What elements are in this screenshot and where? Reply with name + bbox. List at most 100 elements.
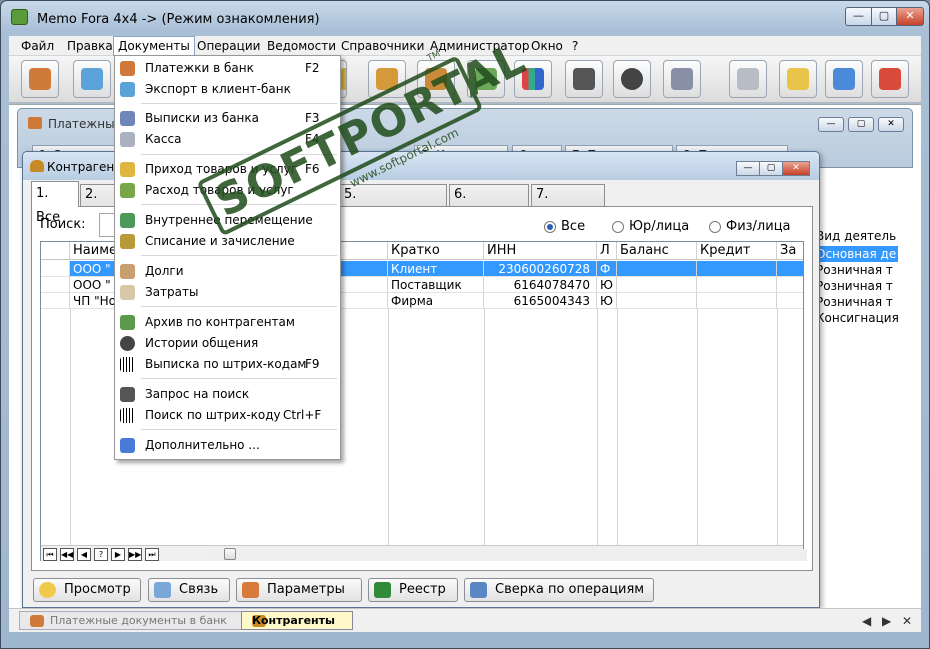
link-button[interactable]: Связь	[148, 578, 230, 602]
toolbar-edit-button[interactable]	[21, 60, 59, 98]
menu-item-costs[interactable]: Затраты	[115, 282, 340, 303]
menu-item-label: Долги	[145, 264, 184, 278]
menu-operations[interactable]: Операции	[193, 38, 264, 54]
edit-document-icon	[28, 117, 42, 129]
window-tab-payments[interactable]: Платежные документы в банк	[19, 611, 244, 630]
prev-record-button[interactable]: ◀	[77, 548, 91, 561]
column-divider	[70, 309, 71, 559]
query-button[interactable]: ?	[94, 548, 108, 561]
contractors-minimize-button[interactable]: —	[736, 161, 760, 176]
menu-item-archive[interactable]: Архив по контрагентам	[115, 312, 340, 333]
menu-item-shortcut: F4	[305, 132, 320, 146]
first-record-button[interactable]: ⏮	[43, 548, 57, 561]
toolbar-open-button[interactable]	[779, 60, 817, 98]
column-header-za[interactable]: За	[777, 242, 803, 260]
tab-enterprises[interactable]: 5. Предприятия	[339, 184, 447, 222]
next-record-button[interactable]: ▶	[111, 548, 125, 561]
contractors-maximize-button[interactable]: ▢	[759, 161, 783, 176]
toolbar-print-button[interactable]	[663, 60, 701, 98]
toolbar-redo-button[interactable]	[729, 60, 767, 98]
menu-item-history[interactable]: Истории общения	[115, 333, 340, 354]
window-tab-label: Контрагенты	[252, 614, 335, 627]
menu-item-search-request[interactable]: Запрос на поиск	[115, 384, 340, 405]
menu-item-statements[interactable]: Выписки из банка F3	[115, 108, 340, 129]
menu-item-barcode-statement[interactable]: Выписка по штрих-кодам F9	[115, 354, 340, 375]
radio-individual[interactable]: Физ/лица	[709, 219, 791, 234]
menu-item-shortcut: F3	[305, 111, 320, 125]
close-window-button[interactable]: ✕	[902, 614, 912, 628]
menu-item-export[interactable]: Экспорт в клиент-банк	[115, 79, 340, 100]
column-header-balance[interactable]: Баланс	[617, 242, 697, 260]
activity-cell[interactable]: Основная де	[816, 246, 898, 262]
activity-cell[interactable]: Консигнация	[816, 310, 898, 326]
column-header-inn[interactable]: ИНН	[484, 242, 597, 260]
toolbar-search-button[interactable]	[565, 60, 603, 98]
cell-balance	[617, 293, 697, 309]
reconcile-button[interactable]: Сверка по операциям	[464, 578, 654, 602]
tab-all[interactable]: 1. Все	[31, 181, 79, 225]
menu-item-payments[interactable]: Платежки в банк F2	[115, 58, 340, 79]
horizontal-scrollbar[interactable]	[209, 549, 807, 561]
last-record-button[interactable]: ⏭	[145, 548, 159, 561]
radio-all[interactable]: Все	[544, 219, 585, 234]
toolbar-bank-button[interactable]	[73, 60, 111, 98]
menu-window[interactable]: Окно	[527, 38, 567, 54]
parameters-button[interactable]: Параметры	[236, 578, 362, 602]
toolbar-pen-button[interactable]	[825, 60, 863, 98]
menu-reports[interactable]: Ведомости	[263, 38, 340, 54]
activity-cell[interactable]: Розничная т	[816, 294, 898, 310]
menu-item-cash[interactable]: Касса F4	[115, 129, 340, 150]
column-header-l[interactable]: Л	[597, 242, 617, 260]
menu-separator	[141, 429, 337, 430]
menu-item-goods-out[interactable]: Расход товаров и услуг	[115, 180, 340, 201]
toolbar-exit-button[interactable]	[871, 60, 909, 98]
toolbar-chart-button[interactable]	[514, 60, 552, 98]
activity-cell[interactable]: Розничная т	[816, 262, 898, 278]
tab-2[interactable]: 2. Кр	[80, 184, 118, 222]
activity-cell[interactable]: Розничная т	[816, 278, 898, 294]
column-header-credit[interactable]: Кредит	[697, 242, 777, 260]
cell-short: Поставщик	[388, 277, 484, 293]
maximize-button[interactable]: ▢	[871, 7, 897, 26]
next-page-button[interactable]: ▶▶	[128, 548, 142, 561]
column-divider	[777, 309, 778, 559]
menu-references[interactable]: Справочники	[337, 38, 428, 54]
row-marker	[41, 277, 70, 293]
window-tab-contractors[interactable]: Контрагенты	[241, 611, 353, 630]
view-button[interactable]: Просмотр	[33, 578, 141, 602]
cell-inn: 230600260728	[484, 261, 597, 277]
payments-maximize-button[interactable]: ▢	[848, 117, 874, 132]
next-window-button[interactable]: ▶	[882, 614, 891, 628]
bar-chart-icon	[522, 68, 544, 90]
menu-item-writeoff[interactable]: Списание и зачисление	[115, 231, 340, 252]
tab-mark[interactable]: 7. Отметка	[531, 184, 605, 222]
toolbar-goods-button[interactable]	[417, 60, 455, 98]
menu-item-goods-in[interactable]: Приход товаров и услуг F6	[115, 159, 340, 180]
menu-item-more[interactable]: Дополнительно ...	[115, 435, 340, 456]
payments-minimize-button[interactable]: —	[818, 117, 844, 132]
menu-edit[interactable]: Правка	[63, 38, 117, 54]
menu-item-debts[interactable]: Долги	[115, 261, 340, 282]
menu-admin[interactable]: Администратор	[426, 38, 534, 54]
registry-button[interactable]: Реестр	[368, 578, 458, 602]
menu-help[interactable]: ?	[568, 38, 582, 54]
toolbar-contacts-button[interactable]	[467, 60, 505, 98]
menu-file[interactable]: Файл	[17, 38, 58, 54]
column-header-short[interactable]: Кратко	[388, 242, 484, 260]
cash-icon	[120, 132, 135, 147]
close-button[interactable]: ✕	[896, 7, 924, 26]
payments-close-button[interactable]: ✕	[878, 117, 904, 132]
scrollbar-thumb[interactable]	[224, 548, 236, 560]
menu-documents[interactable]: Документы	[113, 36, 195, 56]
prev-page-button[interactable]: ◀◀	[60, 548, 74, 561]
menu-item-barcode-search[interactable]: Поиск по штрих-коду Ctrl+F	[115, 405, 340, 426]
toolbar-contractors-button[interactable]	[368, 60, 406, 98]
prev-window-button[interactable]: ◀	[862, 614, 871, 628]
menu-item-transfer[interactable]: Внутреннее перемещение	[115, 210, 340, 231]
settings-icon	[242, 582, 259, 598]
radio-legal[interactable]: Юр/лица	[612, 219, 689, 234]
contractors-close-button[interactable]: ✕	[782, 161, 810, 176]
tab-workers[interactable]: 6. Рабочие	[449, 184, 529, 222]
minimize-button[interactable]: —	[845, 7, 872, 26]
toolbar-headset-button[interactable]	[613, 60, 651, 98]
